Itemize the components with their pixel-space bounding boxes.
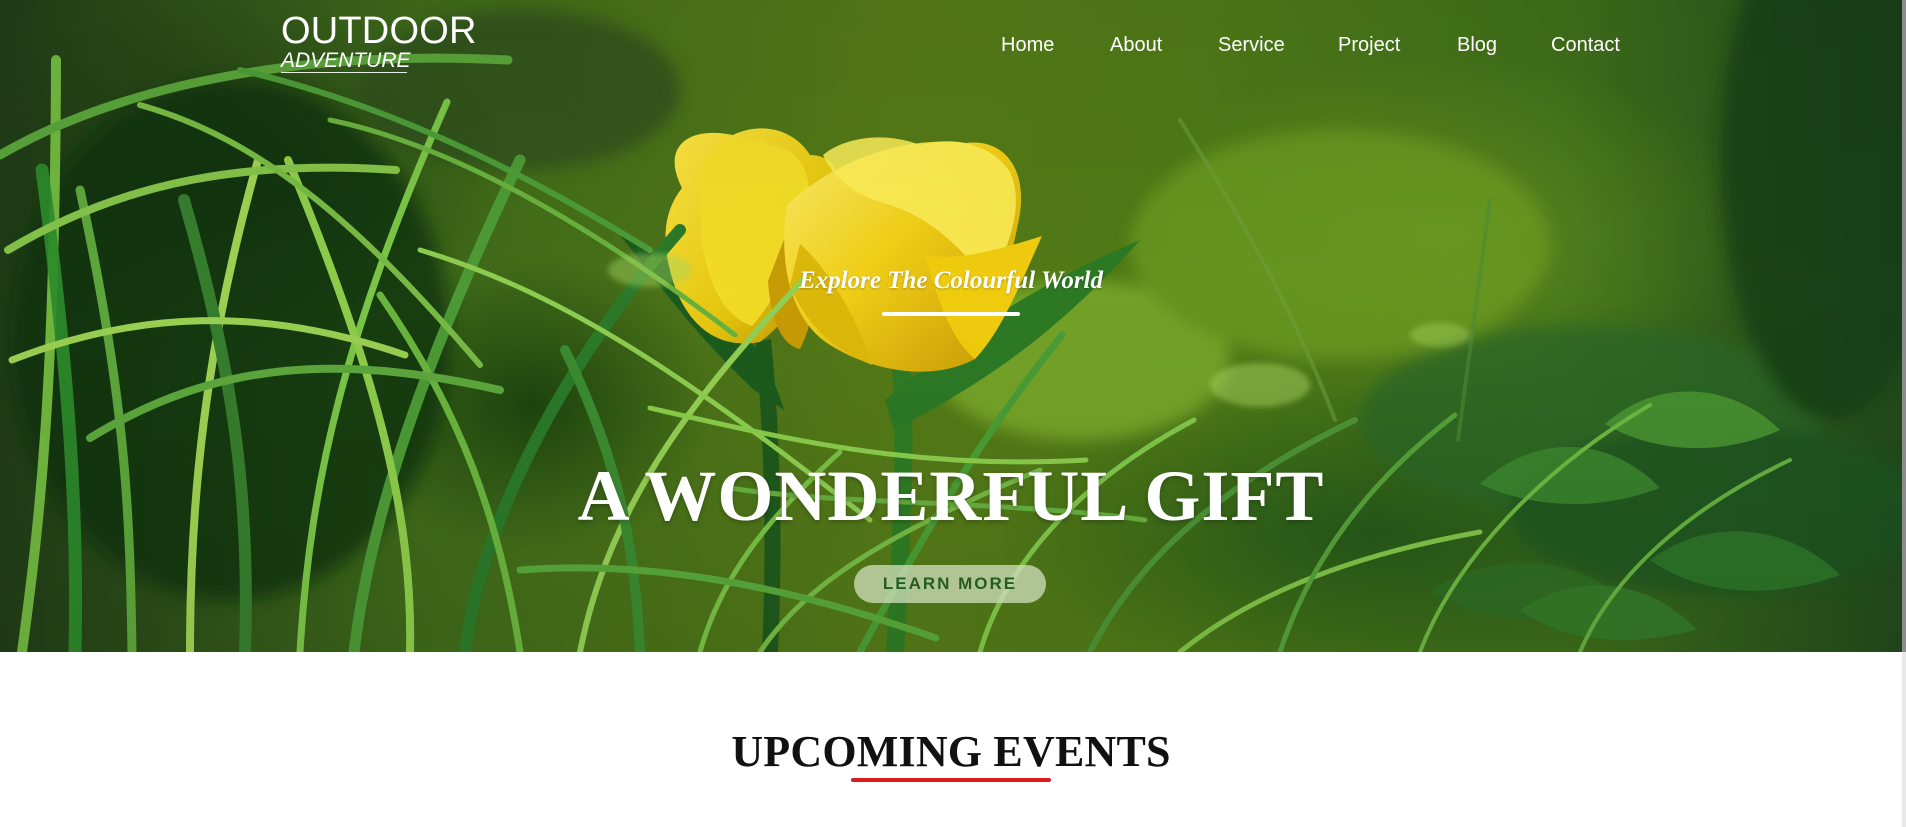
nav-item-project[interactable]: Project [1338, 30, 1400, 60]
nav-item-about[interactable]: About [1110, 30, 1162, 60]
upcoming-events-title: UPCOMING EVENTS [731, 726, 1171, 776]
hero-headline: A WONDERFUL GIFT [577, 456, 1325, 537]
page-scrollbar-thumb[interactable] [1902, 0, 1906, 652]
logo-underline [281, 72, 407, 73]
page-scrollbar[interactable] [1902, 0, 1906, 827]
hero-section: OUTDOOR ADVENTURE Home About Service Pro… [0, 0, 1902, 652]
hero-tagline-underline [882, 312, 1020, 316]
hero-overlay [0, 0, 1902, 652]
learn-more-button[interactable]: LEARN MORE [854, 565, 1046, 603]
hero-tagline: Explore The Colourful World [799, 267, 1103, 294]
upcoming-events-underline [851, 778, 1051, 782]
main-navigation: Home About Service Project Blog Contact [0, 30, 1902, 60]
nav-item-home[interactable]: Home [1001, 30, 1054, 60]
nav-item-blog[interactable]: Blog [1457, 30, 1497, 60]
nav-item-contact[interactable]: Contact [1551, 30, 1620, 60]
webpage: OUTDOOR ADVENTURE Home About Service Pro… [0, 0, 1906, 827]
nav-item-service[interactable]: Service [1218, 30, 1285, 60]
